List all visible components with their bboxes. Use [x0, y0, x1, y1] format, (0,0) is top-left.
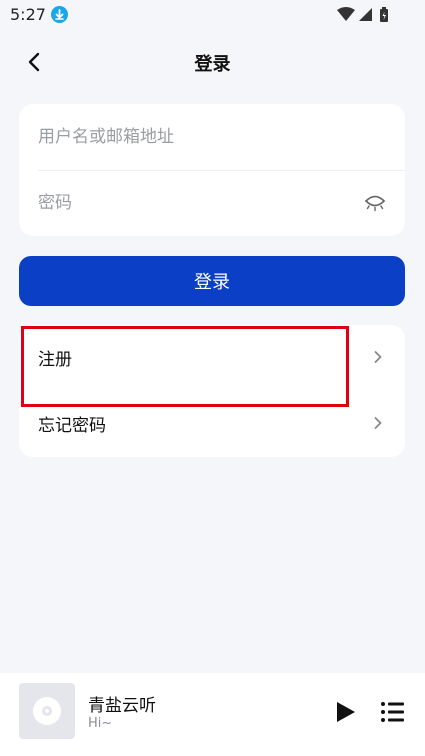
status-icons	[337, 6, 395, 28]
signal-icon	[359, 8, 372, 21]
download-icon	[51, 6, 68, 23]
password-field	[19, 170, 405, 236]
login-button[interactable]: 登录	[19, 256, 405, 306]
mini-player[interactable]: 青盐云听 Hi~	[0, 673, 425, 756]
nav-bar: 登录	[0, 40, 425, 84]
eye-closed-icon[interactable]	[363, 192, 387, 214]
username-input[interactable]	[38, 116, 358, 158]
song-title: 青盐云听	[88, 696, 156, 716]
password-input[interactable]	[38, 182, 358, 224]
playlist-button[interactable]	[380, 699, 406, 725]
login-form-card	[19, 104, 405, 236]
album-art[interactable]	[19, 683, 75, 739]
forgot-password-label: 忘记密码	[38, 416, 106, 436]
username-field	[19, 104, 405, 171]
battery-icon	[380, 7, 388, 22]
status-bar: 5:27	[0, 0, 425, 30]
chevron-right-icon	[374, 351, 382, 363]
page-title: 登录	[194, 54, 231, 75]
play-button[interactable]	[332, 699, 358, 725]
wifi-icon	[337, 7, 355, 21]
play-icon	[337, 702, 355, 722]
playlist-icon	[381, 702, 404, 722]
disc-icon	[33, 697, 61, 725]
song-subtitle: Hi~	[88, 716, 113, 731]
status-time: 5:27	[10, 5, 46, 24]
highlight-box	[21, 326, 349, 407]
chevron-right-icon	[374, 417, 382, 429]
